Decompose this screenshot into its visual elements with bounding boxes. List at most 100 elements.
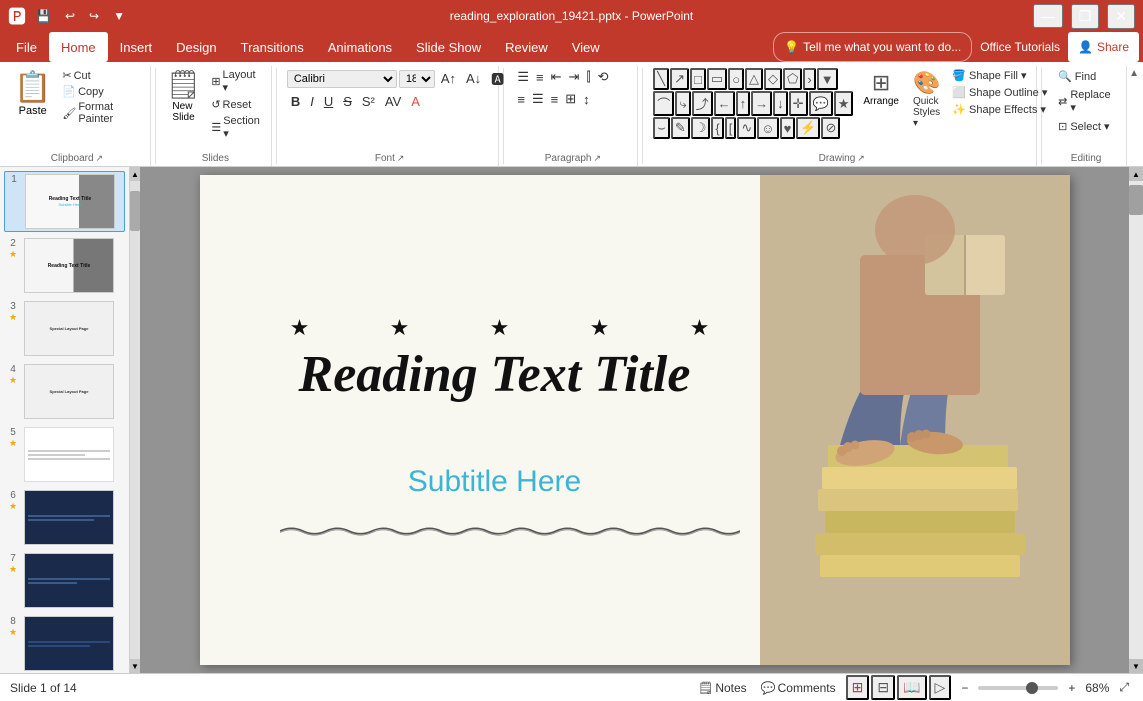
- font-name-select[interactable]: Calibri: [287, 70, 397, 88]
- slide-thumbnail-1[interactable]: 1 Reading Text Title Subtitle Here: [4, 171, 125, 232]
- section-button[interactable]: ☰ Section ▾: [207, 114, 265, 141]
- align-left-button[interactable]: ≡: [514, 91, 528, 108]
- menu-design[interactable]: Design: [164, 32, 228, 62]
- slide-sorter-button[interactable]: ⊟: [871, 675, 895, 700]
- shape-left-arrow-button[interactable]: ←: [714, 91, 735, 116]
- slideshow-button[interactable]: ▷: [929, 675, 952, 700]
- slide-thumbnail-2[interactable]: 2 ★ Reading Text Title: [4, 236, 125, 295]
- replace-button[interactable]: ⇄ Replace ▾: [1052, 87, 1120, 116]
- shape-lightning-button[interactable]: ⚡: [796, 117, 820, 139]
- zoom-thumb[interactable]: [1026, 682, 1038, 694]
- shape-fill-button[interactable]: 🪣 Shape Fill ▾: [948, 68, 1051, 83]
- shape-star-button[interactable]: ★: [834, 91, 854, 116]
- zoom-out-button[interactable]: −: [957, 679, 972, 697]
- format-painter-button[interactable]: 🖌 Format Painter: [59, 100, 143, 126]
- shape-pentagon-button[interactable]: ⬠: [783, 68, 802, 90]
- menu-animations[interactable]: Animations: [316, 32, 404, 62]
- slide-thumbnail-8[interactable]: 8 ★: [4, 614, 125, 673]
- shape-rect-button[interactable]: □: [690, 68, 706, 90]
- menu-transitions[interactable]: Transitions: [229, 32, 316, 62]
- shape-arrow-button[interactable]: ↗: [670, 68, 689, 90]
- reset-button[interactable]: ↺ Reset: [207, 97, 265, 112]
- panel-scroll-thumb[interactable]: [130, 191, 140, 231]
- shape-quad-arrow-button[interactable]: ✛: [789, 91, 808, 116]
- slide-thumbnail-5[interactable]: 5 ★: [4, 425, 125, 484]
- shape-moon-button[interactable]: ☽: [691, 117, 711, 139]
- menu-home[interactable]: Home: [49, 32, 108, 62]
- minimize-button[interactable]: —: [1033, 4, 1063, 28]
- shape-rounded-button[interactable]: ▭: [707, 68, 727, 90]
- font-size-select[interactable]: 18: [399, 70, 435, 88]
- drawing-expand-icon[interactable]: ↗: [857, 153, 865, 164]
- font-color-button[interactable]: A: [407, 93, 424, 110]
- shape-bend-button[interactable]: ⤴: [692, 91, 713, 116]
- shape-diamond-button[interactable]: ◇: [764, 68, 782, 90]
- slide-main-title[interactable]: Reading Text Title: [230, 345, 760, 404]
- slide-thumbnail-7[interactable]: 7 ★: [4, 551, 125, 610]
- shape-outline-button[interactable]: ⬜ Shape Outline ▾: [948, 85, 1051, 100]
- text-shadow-button[interactable]: S²: [358, 93, 379, 110]
- panel-scroll-down-button[interactable]: ▼: [130, 659, 140, 673]
- shape-arc-button[interactable]: ⌣: [653, 117, 670, 139]
- share-button[interactable]: 👤 Share: [1068, 32, 1139, 62]
- scroll-down-button[interactable]: ▼: [1129, 659, 1143, 673]
- menu-file[interactable]: File: [4, 32, 49, 62]
- cut-button[interactable]: ✂ Cut: [59, 68, 143, 83]
- collapse-ribbon-button[interactable]: ▲: [1129, 68, 1139, 79]
- shape-up-arrow-button[interactable]: ↑: [736, 91, 751, 116]
- comments-button[interactable]: 💬 Comments: [757, 679, 840, 697]
- shape-freeform-button[interactable]: ✎: [671, 117, 690, 139]
- font-expand-icon[interactable]: ↗: [397, 153, 405, 164]
- shape-more-button[interactable]: ▼: [817, 68, 838, 90]
- shape-down-arrow-button[interactable]: ↓: [773, 91, 788, 116]
- line-spacing-button[interactable]: ↕: [580, 91, 593, 108]
- text-direction-button[interactable]: ⟲: [595, 68, 612, 86]
- clipboard-expand-icon[interactable]: ↗: [96, 153, 104, 164]
- shape-connector-button[interactable]: ⤷: [675, 91, 690, 116]
- tell-me-box[interactable]: 💡 Tell me what you want to do...: [773, 32, 972, 62]
- reading-view-button[interactable]: 📖: [897, 675, 926, 700]
- zoom-in-button[interactable]: +: [1064, 679, 1079, 697]
- align-center-button[interactable]: ☰: [529, 90, 547, 108]
- decrease-indent-button[interactable]: ⇤: [548, 68, 565, 86]
- paragraph-expand-icon[interactable]: ↗: [593, 153, 601, 164]
- shape-curve-button[interactable]: ⌒: [653, 91, 674, 116]
- strikethrough-button[interactable]: S: [339, 93, 356, 110]
- underline-button[interactable]: U: [320, 93, 337, 110]
- numbered-list-button[interactable]: ≡: [533, 69, 547, 86]
- notes-button[interactable]: 🗒 Notes: [694, 679, 751, 697]
- columns-button[interactable]: ⫿: [583, 68, 593, 86]
- shape-heart-button[interactable]: ♥: [780, 117, 796, 139]
- customize-qat-button[interactable]: ▼: [109, 7, 129, 25]
- copy-button[interactable]: 📄 Copy: [59, 84, 143, 99]
- slide-thumbnail-3[interactable]: 3 ★ Special Layout Page: [4, 299, 125, 358]
- redo-button[interactable]: ↪: [85, 7, 103, 25]
- increase-font-button[interactable]: A↑: [437, 70, 460, 87]
- office-tutorials-link[interactable]: Office Tutorials: [972, 32, 1068, 62]
- menu-view[interactable]: View: [560, 32, 612, 62]
- shape-smiley-button[interactable]: ☺: [757, 117, 778, 139]
- shape-wave-button[interactable]: ∿: [737, 117, 756, 139]
- align-right-button[interactable]: ≡: [548, 91, 562, 108]
- select-button[interactable]: ⊡ Select ▾: [1052, 118, 1120, 135]
- justify-button[interactable]: ⊞: [562, 90, 579, 108]
- scroll-up-button[interactable]: ▲: [1129, 167, 1143, 181]
- italic-button[interactable]: I: [306, 93, 318, 110]
- shape-right-arrow-button[interactable]: →: [751, 91, 772, 116]
- zoom-slider[interactable]: [978, 686, 1058, 690]
- new-slide-button[interactable]: 🗒 NewSlide: [166, 68, 202, 123]
- close-button[interactable]: ✕: [1107, 4, 1135, 29]
- bullet-list-button[interactable]: ☰: [514, 68, 532, 86]
- increase-indent-button[interactable]: ⇥: [566, 68, 583, 86]
- slide-thumbnail-4[interactable]: 4 ★ Special Layout Page: [4, 362, 125, 421]
- shape-oval-button[interactable]: ○: [728, 68, 744, 90]
- menu-insert[interactable]: Insert: [108, 32, 165, 62]
- save-button[interactable]: 💾: [32, 7, 55, 25]
- bold-button[interactable]: B: [287, 93, 304, 110]
- shape-chevron-button[interactable]: ›: [803, 68, 815, 90]
- quick-styles-button[interactable]: 🎨 QuickStyles ▾: [909, 68, 944, 131]
- slide-subtitle[interactable]: Subtitle Here: [230, 465, 760, 499]
- decrease-font-button[interactable]: A↓: [462, 70, 485, 87]
- shape-bracket-button[interactable]: [: [725, 117, 737, 139]
- layout-button[interactable]: ⊞ Layout ▾: [207, 68, 265, 95]
